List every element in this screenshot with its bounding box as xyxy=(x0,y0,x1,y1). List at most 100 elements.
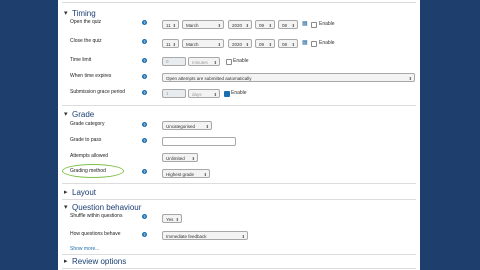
chevron-down-icon: ▾ xyxy=(64,111,68,118)
open-day-value: 11 xyxy=(166,23,171,28)
how-questions-behave-select[interactable]: Immediate feedback ⬍ xyxy=(162,231,248,240)
review-options-section-header[interactable]: ▸ Review options xyxy=(64,256,126,266)
caret-icon: ⬍ xyxy=(203,172,207,177)
grade-title: Grade xyxy=(72,109,95,119)
grace-period-unit-select[interactable]: days ⬍ xyxy=(188,89,220,98)
open-enable-label: Enable xyxy=(319,21,335,27)
open-minute-select[interactable]: 08 ⬍ xyxy=(278,20,298,29)
grace-period-enable-label: Enable xyxy=(231,90,247,96)
open-enable-checkbox[interactable] xyxy=(311,22,317,28)
shuffle-select[interactable]: Yes ⬍ xyxy=(162,214,182,223)
open-year-value: 2020 xyxy=(232,23,243,28)
calendar-icon[interactable]: ▦ xyxy=(302,21,308,27)
grade-to-pass-label: Grade to pass xyxy=(70,137,102,143)
review-options-title: Review options xyxy=(72,256,127,266)
grace-period-unit-value: days xyxy=(192,92,202,97)
chevron-right-icon: ▸ xyxy=(64,189,68,196)
caret-icon: ⬍ xyxy=(291,42,295,47)
open-day-select[interactable]: 11 ⬍ xyxy=(162,20,179,29)
time-limit-enable-checkbox[interactable] xyxy=(226,59,232,65)
caret-icon: ⬍ xyxy=(408,76,412,81)
caret-icon: ⬍ xyxy=(217,23,221,28)
caret-icon: ⬍ xyxy=(191,156,195,161)
close-year-value: 2020 xyxy=(232,42,243,47)
timing-title: Timing xyxy=(72,8,96,18)
caret-icon: ⬍ xyxy=(268,23,272,28)
chevron-down-icon: ▾ xyxy=(64,10,68,17)
help-icon[interactable]: ? xyxy=(142,214,147,219)
close-minute-value: 08 xyxy=(282,42,288,47)
attempts-allowed-select[interactable]: Unlimited ⬍ xyxy=(162,153,198,162)
time-expires-value: Open attempts are submitted automaticall… xyxy=(166,76,252,81)
grading-method-select[interactable]: Highest grade ⬍ xyxy=(162,169,210,178)
grade-category-label: Grade category xyxy=(70,121,105,127)
attempts-allowed-label: Attempts allowed xyxy=(70,153,109,159)
section-divider xyxy=(62,183,416,184)
help-icon[interactable]: ? xyxy=(142,122,147,127)
grace-period-input[interactable]: 1 xyxy=(162,89,186,98)
grade-category-select[interactable]: Uncategorised ⬍ xyxy=(162,121,212,130)
how-questions-behave-label: How questions behave xyxy=(70,231,121,237)
grade-section-header[interactable]: ▾ Grade xyxy=(64,109,94,119)
open-month-value: March xyxy=(186,23,199,28)
grade-to-pass-input[interactable] xyxy=(162,137,236,146)
help-icon[interactable]: ? xyxy=(142,20,147,25)
section-divider xyxy=(62,2,416,3)
open-minute-value: 08 xyxy=(282,23,288,28)
quiz-settings-panel: ▾ Timing Open the quiz ? 11 ⬍ March ⬍ 2020… xyxy=(58,0,420,270)
caret-icon: ⬍ xyxy=(213,92,217,97)
close-month-select[interactable]: March ⬍ xyxy=(182,39,224,48)
grading-method-value: Highest grade xyxy=(166,172,195,177)
question-behaviour-section-header[interactable]: ▾ Question behaviour xyxy=(64,202,141,212)
shuffle-label: Shuffle within questions xyxy=(70,213,123,219)
grade-category-value: Uncategorised xyxy=(166,124,196,129)
calendar-icon[interactable]: ▦ xyxy=(302,40,308,46)
time-limit-label: Time limit xyxy=(70,57,92,63)
open-year-select[interactable]: 2020 ⬍ xyxy=(228,20,252,29)
caret-icon: ⬍ xyxy=(217,42,221,47)
open-hour-select[interactable]: 09 ⬍ xyxy=(255,20,275,29)
help-icon[interactable]: ? xyxy=(142,39,147,44)
time-limit-unit-value: minutes xyxy=(192,60,208,65)
help-icon[interactable]: ? xyxy=(142,232,147,237)
question-behaviour-title: Question behaviour xyxy=(72,202,142,212)
chevron-right-icon: ▸ xyxy=(64,258,68,265)
close-minute-select[interactable]: 08 ⬍ xyxy=(278,39,298,48)
help-icon[interactable]: ? xyxy=(142,138,147,143)
time-limit-unit-select[interactable]: minutes ⬍ xyxy=(188,57,220,66)
help-icon[interactable]: ? xyxy=(142,169,147,174)
open-month-select[interactable]: March ⬍ xyxy=(182,20,224,29)
shuffle-value: Yes xyxy=(166,217,174,222)
close-hour-select[interactable]: 09 ⬍ xyxy=(255,39,275,48)
caret-icon: ⬍ xyxy=(268,42,272,47)
close-month-value: March xyxy=(186,42,199,47)
caret-icon: ⬍ xyxy=(245,23,249,28)
open-hour-value: 09 xyxy=(259,23,265,28)
help-icon[interactable]: ? xyxy=(142,90,147,95)
grace-period-label: Submission grace period xyxy=(70,89,126,95)
time-expires-label: When time expires xyxy=(70,73,112,79)
section-divider xyxy=(62,254,416,255)
how-questions-behave-value: Immediate feedback xyxy=(166,234,207,239)
time-expires-select[interactable]: Open attempts are submitted automaticall… xyxy=(162,73,415,82)
close-day-value: 11 xyxy=(166,42,171,47)
timing-section-header[interactable]: ▾ Timing xyxy=(64,8,96,18)
chevron-down-icon: ▾ xyxy=(64,204,68,211)
section-divider xyxy=(62,105,416,106)
grace-period-enable-checkbox[interactable] xyxy=(224,91,230,97)
layout-title: Layout xyxy=(72,187,97,197)
caret-icon: ⬍ xyxy=(213,60,217,65)
layout-section-header[interactable]: ▸ Layout xyxy=(64,187,96,197)
attempts-allowed-value: Unlimited xyxy=(166,156,185,161)
caret-icon: ⬍ xyxy=(172,23,176,28)
close-quiz-label: Close the quiz xyxy=(70,38,102,44)
caret-icon: ⬍ xyxy=(291,23,295,28)
show-more-link[interactable]: Show more... xyxy=(70,246,99,252)
help-icon[interactable]: ? xyxy=(142,74,147,79)
close-day-select[interactable]: 11 ⬍ xyxy=(162,39,179,48)
close-year-select[interactable]: 2020 ⬍ xyxy=(228,39,252,48)
help-icon[interactable]: ? xyxy=(142,58,147,63)
close-enable-checkbox[interactable] xyxy=(311,41,317,47)
time-limit-input[interactable]: 0 xyxy=(162,57,186,66)
caret-icon: ⬍ xyxy=(172,42,176,47)
